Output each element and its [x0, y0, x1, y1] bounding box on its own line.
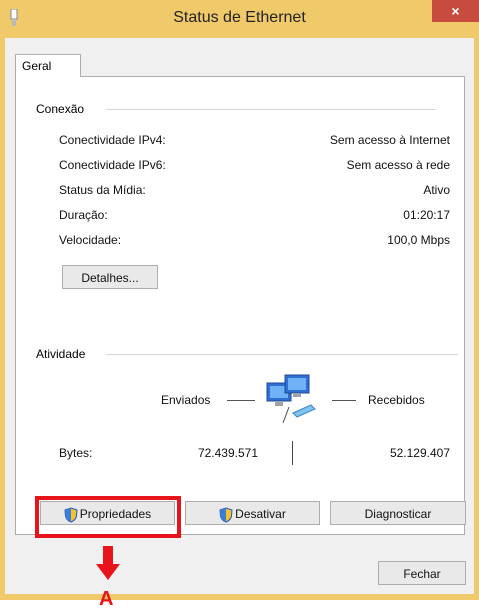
duration-label: Duração:	[59, 208, 108, 222]
bytes-sent-value: 72.439.571	[197, 446, 258, 460]
uac-shield-icon	[219, 507, 233, 523]
connection-group-label: Conexão	[36, 102, 91, 116]
window-title: Status de Ethernet	[173, 9, 306, 26]
properties-highlight-box	[35, 496, 181, 538]
close-window-button[interactable]: ×	[432, 0, 479, 22]
speed-label: Velocidade:	[59, 233, 122, 247]
media-status-value: Ativo	[423, 183, 450, 197]
activity-group-label: Atividade	[36, 347, 92, 361]
bytes-received-value: 52.129.407	[389, 446, 450, 460]
activity-divider	[106, 354, 458, 355]
bytes-label: Bytes:	[59, 446, 93, 460]
diagnose-button[interactable]: Diagnosticar	[330, 501, 466, 525]
duration-value: 01:20:17	[403, 208, 450, 222]
network-computers-icon	[266, 374, 316, 424]
ipv4-label: Conectividade IPv4:	[59, 133, 166, 147]
annotation-label: A	[99, 588, 114, 610]
ipv6-label: Conectividade IPv6:	[59, 158, 166, 172]
connection-divider	[106, 109, 436, 110]
ipv6-value: Sem acesso à rede	[346, 158, 450, 172]
speed-value: 100,0 Mbps	[387, 233, 450, 247]
received-connector-line	[332, 400, 356, 401]
disable-button[interactable]: Desativar	[185, 501, 320, 525]
media-status-label: Status da Mídia:	[59, 183, 146, 197]
tab-panel: Conexão Conectividade IPv4: Sem acesso à…	[15, 76, 465, 535]
ipv4-value: Sem acesso à Internet	[329, 133, 450, 147]
disable-button-label: Desativar	[235, 507, 286, 521]
title-bar[interactable]: Status de Ethernet ×	[0, 0, 479, 38]
bytes-separator	[292, 441, 293, 465]
tab-label: Geral	[22, 59, 52, 73]
tab-geral[interactable]: Geral	[15, 54, 81, 77]
sent-connector-line	[227, 400, 255, 401]
sent-label: Enviados	[161, 393, 211, 407]
received-label: Recebidos	[368, 393, 425, 407]
down-arrow-icon	[96, 546, 120, 580]
close-button[interactable]: Fechar	[378, 561, 466, 585]
details-button[interactable]: Detalhes...	[62, 265, 158, 289]
